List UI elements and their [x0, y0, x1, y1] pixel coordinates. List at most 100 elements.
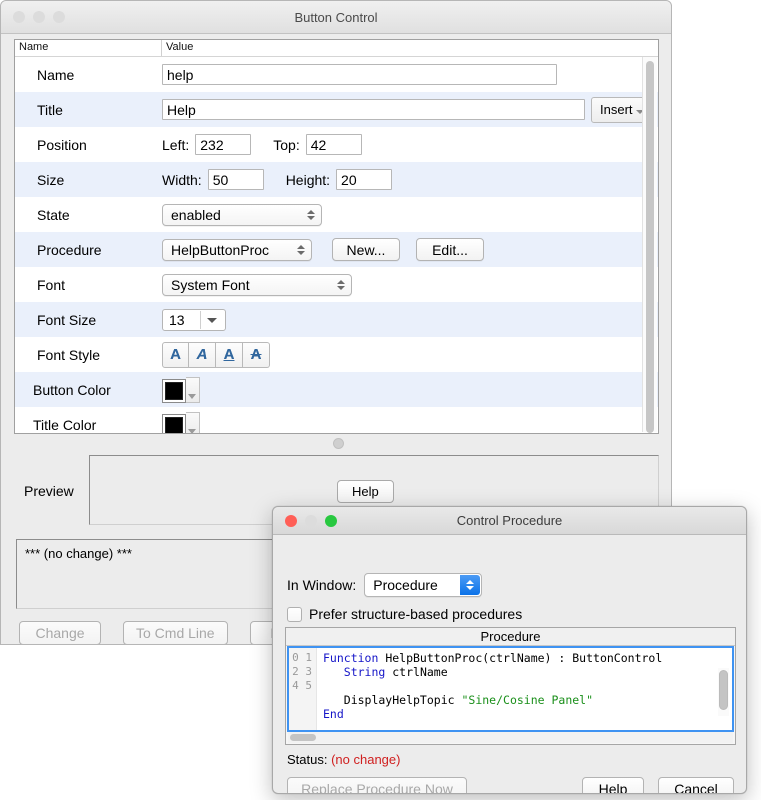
procedure-popup[interactable]: HelpButtonProc [162, 238, 312, 261]
strikethrough-button[interactable]: A [243, 341, 270, 368]
chevron-down-icon [188, 393, 196, 399]
main-traffic-lights[interactable] [13, 11, 65, 23]
dialog-traffic-lights[interactable] [285, 514, 337, 527]
row-label-font-size: Font Size [37, 311, 97, 328]
new-procedure-button[interactable]: New... [332, 238, 400, 261]
replace-procedure-now-button[interactable]: Replace Procedure Now [287, 777, 467, 793]
table-header: Name Value [15, 40, 658, 57]
font-style-segmented-control[interactable]: A A A A [162, 341, 270, 368]
left-label: Left: [162, 136, 190, 153]
bold-icon: A [170, 346, 181, 363]
procedure-group: Procedure 0 1 2 3 4 5 Function HelpButto… [285, 627, 736, 745]
cancel-button[interactable]: Cancel [658, 777, 734, 793]
font-popup-value: System Font [171, 276, 250, 293]
row-label-font: Font [37, 276, 66, 293]
name-input[interactable] [162, 64, 557, 85]
dialog-action-buttons: Help Cancel [582, 777, 734, 793]
color-swatch[interactable] [162, 413, 186, 433]
table-row: Font System Font [15, 267, 658, 302]
dialog-body: In Window: Procedure Prefer structure-ba… [273, 535, 746, 793]
prefer-structure-label: Prefer structure-based procedures [309, 606, 523, 622]
row-label-position: Position [37, 136, 87, 153]
close-icon[interactable] [285, 514, 297, 527]
status-label: Status: [287, 752, 328, 767]
color-swatch[interactable] [162, 378, 186, 403]
color-dropdown-button[interactable] [186, 376, 200, 403]
color-dropdown-button[interactable] [186, 411, 200, 433]
size-height-input[interactable] [336, 169, 393, 190]
table-row: Position Left: Top: [15, 127, 658, 162]
position-top-input[interactable] [305, 134, 362, 155]
dialog-title: Control Procedure [456, 513, 563, 528]
edit-procedure-button[interactable]: Edit... [416, 238, 484, 261]
prefer-structure-row[interactable]: Prefer structure-based procedures [287, 606, 522, 622]
top-label: Top: [273, 136, 300, 153]
scrollbar-thumb[interactable] [719, 670, 728, 710]
column-header-name: Name [15, 40, 162, 56]
width-label: Width: [162, 171, 202, 188]
splitter-grip[interactable] [333, 438, 344, 449]
chevron-updown-icon [296, 243, 305, 257]
title-color-well[interactable] [162, 411, 200, 433]
preview-help-button[interactable]: Help [337, 480, 394, 503]
bold-button[interactable]: A [162, 341, 189, 368]
state-popup[interactable]: enabled [162, 203, 322, 226]
chevron-updown-icon [460, 575, 481, 595]
strikethrough-icon: A [250, 346, 262, 363]
code-content[interactable]: Function HelpButtonProc(ctrlName) : Butt… [317, 648, 732, 730]
table-row: Name [15, 57, 658, 92]
minimize-icon[interactable] [33, 11, 45, 23]
table-row: Font Style A A A A [15, 337, 658, 372]
to-cmd-line-button[interactable]: To Cmd Line [123, 621, 228, 644]
screen: Button Control Name Value Name Title [0, 0, 761, 800]
zoom-icon[interactable] [53, 11, 65, 23]
table-row: State enabled [15, 197, 658, 232]
main-titlebar: Button Control [1, 1, 671, 34]
row-label-font-style: Font Style [37, 346, 101, 363]
chevron-updown-icon [336, 278, 345, 292]
combo-divider [200, 310, 201, 329]
column-header-value: Value [166, 41, 194, 53]
zoom-icon[interactable] [325, 514, 337, 527]
status-value: (no change) [331, 752, 401, 767]
height-label: Height: [285, 171, 331, 188]
in-window-popup[interactable]: Procedure [364, 573, 483, 597]
procedure-group-header: Procedure [286, 628, 735, 646]
row-label-size: Size [37, 171, 65, 188]
close-icon[interactable] [13, 11, 25, 23]
scrollbar-thumb[interactable] [646, 61, 654, 433]
prefer-structure-checkbox[interactable] [287, 606, 302, 622]
in-window-row: In Window: Procedure [287, 573, 483, 597]
chevron-updown-icon [306, 208, 315, 222]
table-row: Size Width: Height: [15, 162, 658, 197]
table-row: Button Color [15, 372, 658, 407]
italic-icon: A [196, 346, 208, 363]
table-scrollbar[interactable] [642, 57, 657, 433]
dialog-titlebar: Control Procedure [273, 507, 746, 535]
replace-procedure-container: Replace Procedure Now [287, 777, 467, 793]
help-button[interactable]: Help [582, 777, 644, 793]
code-line-numbers: 0 1 2 3 4 5 [289, 648, 317, 730]
change-button[interactable]: Change [19, 621, 101, 644]
title-input[interactable] [162, 99, 585, 120]
underline-button[interactable]: A [216, 341, 243, 368]
code-horizontal-scrollbar[interactable] [288, 732, 733, 743]
font-popup[interactable]: System Font [162, 273, 352, 296]
procedure-code-editor[interactable]: 0 1 2 3 4 5 Function HelpButtonProc(ctrl… [287, 646, 734, 732]
insert-button-label: Insert [600, 102, 633, 117]
table-row: Title Insert [15, 92, 658, 127]
scrollbar-thumb[interactable] [290, 734, 316, 741]
font-size-combo[interactable]: 13 [162, 308, 226, 331]
italic-button[interactable]: A [189, 341, 216, 368]
procedure-popup-value: HelpButtonProc [171, 241, 270, 258]
position-left-input[interactable] [195, 134, 252, 155]
row-label-title-color: Title Color [33, 416, 97, 433]
size-width-input[interactable] [207, 169, 264, 190]
table-row: Font Size 13 [15, 302, 658, 337]
control-procedure-dialog: Control Procedure In Window: Procedure P… [272, 506, 747, 794]
font-size-value: 13 [169, 311, 185, 328]
code-vertical-scrollbar[interactable] [718, 668, 729, 716]
button-color-well[interactable] [162, 376, 200, 403]
underline-icon: A [223, 346, 235, 363]
main-window-title: Button Control [294, 9, 378, 25]
